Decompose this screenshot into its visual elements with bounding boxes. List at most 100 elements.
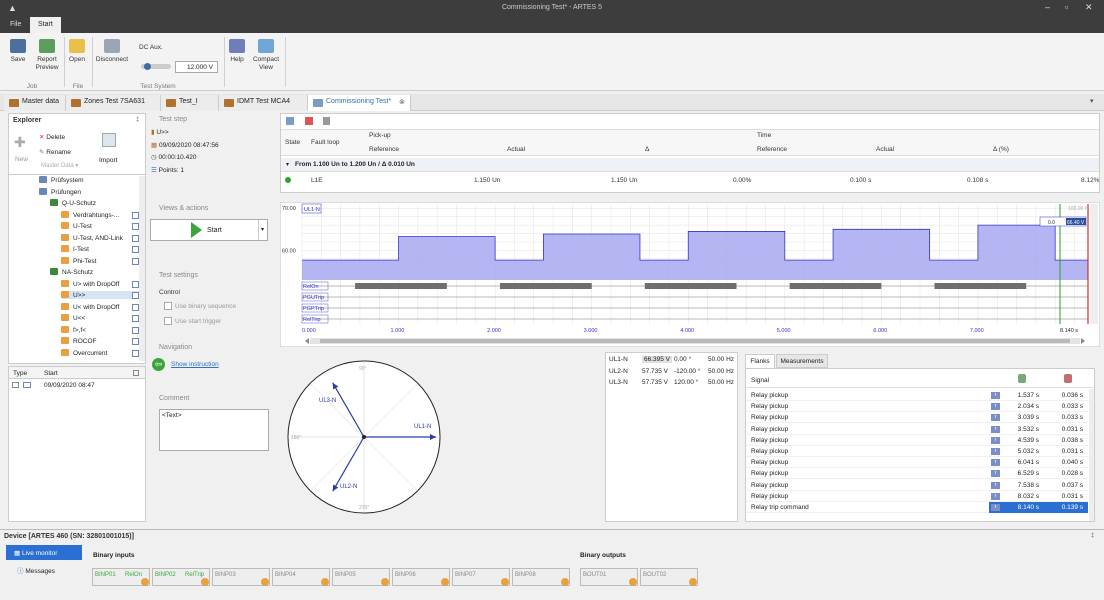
- delete-button[interactable]: ✕ Delete: [39, 133, 65, 141]
- explorer-title: Explorer: [13, 117, 42, 124]
- x-tick-label: 1.000: [391, 328, 405, 334]
- tree-item[interactable]: U-Test, AND-Link: [61, 233, 139, 242]
- result-row[interactable]: L1E 1.150 Un 1.150 Un 0.00% 0.100 s 0.10…: [281, 174, 1099, 188]
- import-button[interactable]: Import: [99, 157, 117, 164]
- restore-icon[interactable]: ▫: [1065, 2, 1068, 12]
- start-button[interactable]: Start ▾: [150, 219, 268, 241]
- tab-zones-test[interactable]: Zones Test 7SA631: [66, 95, 161, 111]
- flank-row[interactable]: Relay pickup 7.538 s 0.037 s ⇑: [746, 480, 1091, 491]
- binary-channel[interactable]: BINP02 RelTrip: [152, 568, 210, 586]
- binary-channel[interactable]: BOUT02: [640, 568, 698, 586]
- binary-channel[interactable]: BOUT01: [580, 568, 638, 586]
- binary-channel[interactable]: BINP07: [452, 568, 510, 586]
- flank-row[interactable]: Relay pickup 8.032 s 0.031 s ⇑: [746, 491, 1091, 502]
- tree-item[interactable]: Overcurrent: [61, 348, 139, 357]
- start-dropdown-icon[interactable]: ▾: [258, 220, 268, 240]
- binary-channel[interactable]: BINP05: [332, 568, 390, 586]
- tree-item[interactable]: U> with DropOff: [61, 279, 139, 288]
- tree-item[interactable]: Phi-Test: [61, 256, 139, 265]
- flank-row[interactable]: Relay pickup 3.039 s 0.033 s ⇑: [746, 412, 1091, 424]
- flanks-header: Signal: [746, 371, 1094, 388]
- tab-commissioning-test[interactable]: Commissioning Test* ⊗: [308, 95, 411, 111]
- tree-item[interactable]: NA-Schutz: [50, 268, 139, 276]
- rename-button[interactable]: ✎ Rename: [39, 148, 71, 156]
- tree-scrollbar[interactable]: [139, 176, 145, 361]
- tree-item[interactable]: U-Test: [61, 222, 139, 230]
- tree-item[interactable]: f>,f<: [61, 325, 139, 334]
- tree-item[interactable]: U< with DropOff: [61, 302, 139, 311]
- flank-row[interactable]: Relay pickup 6.041 s 0.040 s ⇑: [746, 457, 1091, 469]
- use-start-trigger-checkbox[interactable]: Use start trigger: [164, 317, 221, 325]
- tab-idmt-test[interactable]: IDMT Test MCA4: [219, 95, 308, 111]
- tree-item[interactable]: U>>: [61, 291, 139, 299]
- tab-close-icon[interactable]: ⊗: [399, 98, 405, 106]
- binary-channel[interactable]: BINP08: [512, 568, 570, 586]
- close-icon[interactable]: ✕: [1085, 2, 1093, 13]
- tree-node-icon: [61, 325, 69, 333]
- new-plus-icon[interactable]: ✚: [14, 135, 28, 149]
- tree-node-icon: [61, 348, 69, 356]
- tree-item[interactable]: Q-U-Schutz: [50, 199, 139, 207]
- phasor-row[interactable]: UL2-N 57.735 V -120.00 ° 50.00 Hz: [606, 368, 737, 379]
- report-icon[interactable]: [323, 117, 330, 125]
- phasor-row[interactable]: UL1-N 66.395 V 0.00 ° 50.00 Hz: [606, 356, 737, 367]
- delete-results-icon[interactable]: [305, 117, 313, 125]
- table-view-icon[interactable]: [286, 117, 294, 125]
- phasor-row[interactable]: UL3-N 57.735 V 120.00 ° 50.00 Hz: [606, 379, 737, 390]
- menu-start[interactable]: Start: [30, 17, 61, 33]
- binary-channel[interactable]: BINP03: [212, 568, 270, 586]
- flank-row[interactable]: Relay trip command 8.140 s 0.139 s ⇑: [746, 502, 1091, 513]
- master-data-dropdown[interactable]: Master Data ▾: [41, 162, 78, 169]
- binary-channel[interactable]: BINP04: [272, 568, 330, 586]
- flank-row[interactable]: Relay pickup 5.032 s 0.031 s ⇑: [746, 446, 1091, 457]
- tree-item[interactable]: Prüfsystem: [39, 176, 139, 184]
- show-instruction-link[interactable]: Show instruction: [171, 361, 219, 368]
- dc-slider-thumb[interactable]: [144, 63, 151, 70]
- flank-row[interactable]: Relay pickup 4.539 s 0.038 s ⇑: [746, 435, 1091, 446]
- signal-chart[interactable]: 70.00 60.00 UL1-N RelOn PGUTrip PGPTrip RelTri…: [279, 201, 1101, 348]
- runs-filter-checkbox[interactable]: [133, 370, 139, 376]
- tabs-dropdown-icon[interactable]: ▾: [1090, 97, 1094, 105]
- new-button[interactable]: New: [15, 156, 28, 163]
- tab-master-data[interactable]: Master data: [4, 95, 66, 111]
- report-preview-button[interactable]: Report Preview: [32, 39, 62, 72]
- explorer-panel: Explorer ‡ ✚ New ✕ Delete ✎ Rename Maste…: [8, 113, 146, 364]
- document-tabs: Master data Zones Test 7SA631 Test_I IDM…: [0, 94, 1104, 111]
- live-monitor-button[interactable]: ▦ Live monitor: [6, 545, 82, 560]
- dc-aux-value-field[interactable]: 12.000 V: [175, 61, 218, 73]
- tab-test-i[interactable]: Test_I: [161, 95, 219, 111]
- pin-icon[interactable]: ‡: [136, 117, 139, 123]
- tab-flanks[interactable]: Flanks: [745, 354, 775, 368]
- run-row[interactable]: 09/09/2020 08:47: [9, 380, 145, 391]
- compact-view-button[interactable]: Compact View: [251, 39, 281, 72]
- tree-item[interactable]: I-Test: [61, 245, 139, 253]
- collapse-icon[interactable]: ▾: [286, 161, 289, 168]
- tree-item[interactable]: Verdrahtungs-...: [61, 210, 139, 219]
- channel-status-icon: [501, 578, 509, 586]
- dc-aux-slider[interactable]: [141, 63, 171, 70]
- save-button[interactable]: Save: [6, 39, 30, 64]
- binary-channel[interactable]: BINP06: [392, 568, 450, 586]
- tree-item[interactable]: ROCOF: [61, 337, 139, 345]
- messages-button[interactable]: ⓘ Messages: [17, 565, 55, 575]
- results-group-row[interactable]: ▾ From 1.100 Un to 1.200 Un / Δ 0.010 Un: [281, 158, 1099, 172]
- minimize-icon[interactable]: –: [1045, 2, 1050, 12]
- disconnect-button[interactable]: Disconnect: [95, 39, 129, 64]
- comment-field[interactable]: <Text>: [159, 409, 269, 451]
- open-button[interactable]: Open: [66, 39, 88, 64]
- binary-channel[interactable]: BINP01 RelOn: [92, 568, 150, 586]
- calendar-icon: ▦: [151, 142, 159, 149]
- menu-file[interactable]: File: [2, 17, 29, 33]
- use-binary-sequence-checkbox[interactable]: Use binary sequence: [164, 302, 236, 310]
- flank-row[interactable]: Relay pickup 3.532 s 0.031 s ⇑: [746, 424, 1091, 435]
- tree-item[interactable]: Prüfungen: [39, 187, 139, 196]
- device-pin-icon[interactable]: ‡: [1091, 533, 1094, 539]
- flanks-scrollbar[interactable]: [1089, 389, 1094, 521]
- flank-row[interactable]: Relay pickup 1.537 s 0.036 s ⇑: [746, 390, 1091, 401]
- tab-measurements[interactable]: Measurements: [776, 354, 828, 368]
- flank-row[interactable]: Relay pickup 6.529 s 0.028 s ⇑: [746, 468, 1091, 480]
- help-button[interactable]: Help: [226, 39, 248, 64]
- show-instruction-icon[interactable]: ⇦: [152, 358, 165, 371]
- tree-item[interactable]: U<<: [61, 314, 139, 322]
- flank-row[interactable]: Relay pickup 2.034 s 0.033 s ⇑: [746, 401, 1091, 413]
